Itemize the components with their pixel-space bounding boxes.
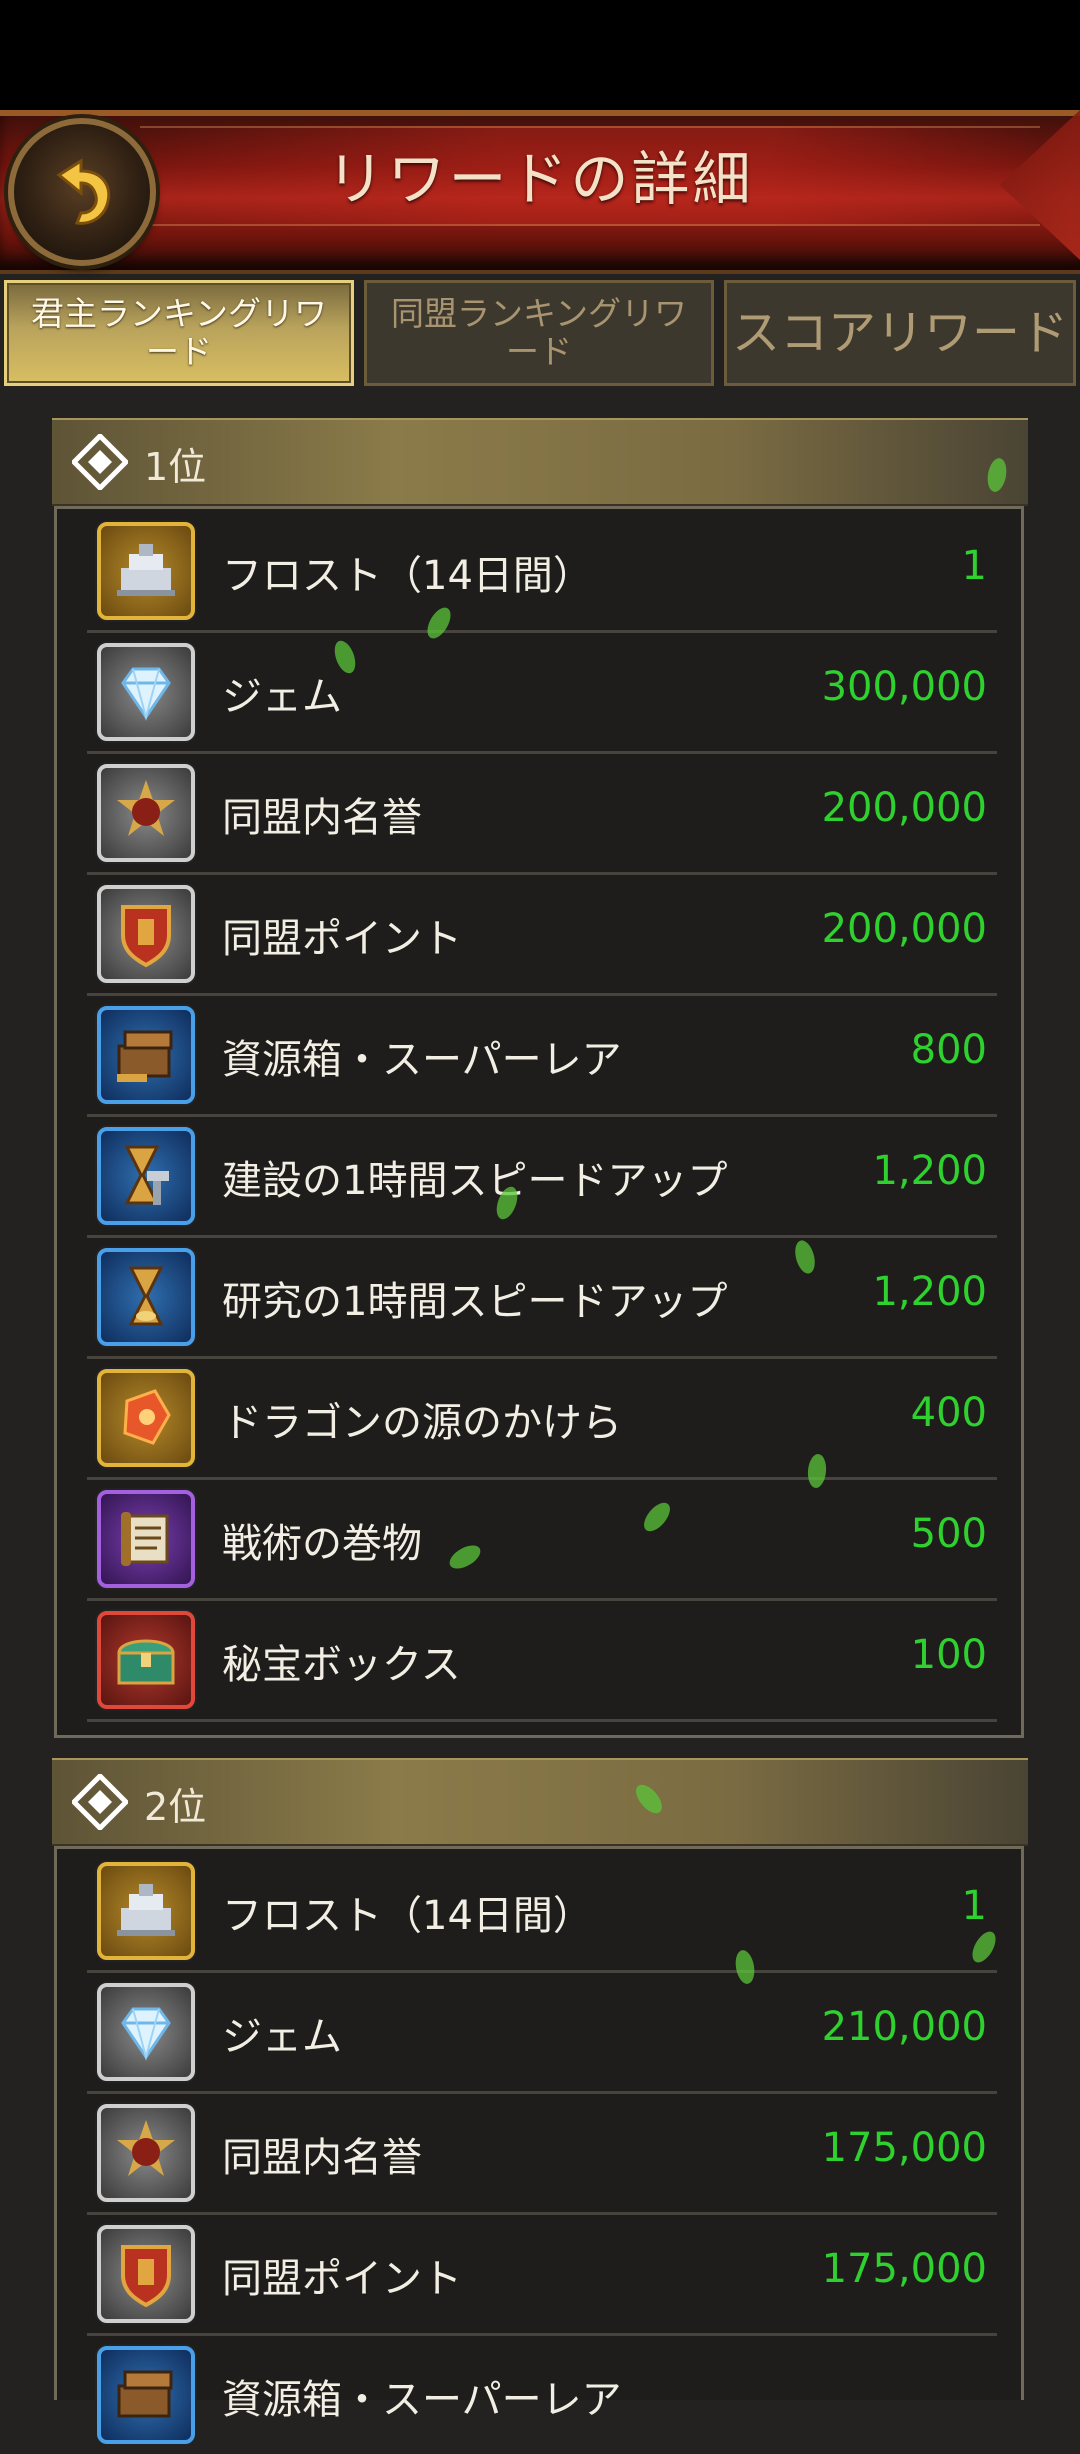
item-name: 戦術の巻物 — [222, 1521, 422, 1567]
alliance-honor-icon — [97, 764, 195, 862]
list-item: フロスト（14日間） 1 — [87, 509, 997, 633]
list-item: フロスト（14日間） 1 — [87, 1849, 997, 1973]
reward-list: フロスト（14日間） 1 ジェム 300,000 同盟内名誉 200,000 同… — [54, 506, 1024, 1738]
item-name: 同盟内名誉 — [222, 795, 422, 841]
item-quantity: 1 — [961, 1883, 987, 1929]
item-name: 資源箱・スーパーレア — [222, 2377, 622, 2423]
item-quantity: 1 — [961, 543, 987, 589]
item-name: 研究の1時間スピードアップ — [222, 1279, 728, 1325]
rank-header: 1位 — [52, 418, 1028, 506]
item-name: 同盟ポイント — [222, 916, 462, 962]
tab-label: 君主ランキングリワード — [30, 294, 327, 371]
item-quantity: 1,200 — [872, 1269, 987, 1315]
research-speedup-icon — [97, 1248, 195, 1346]
list-item: 同盟ポイント 175,000 — [87, 2212, 997, 2336]
alliance-points-icon — [97, 885, 195, 983]
list-item: 同盟内名誉 175,000 — [87, 2091, 997, 2215]
item-quantity: 400 — [910, 1390, 987, 1436]
build-speedup-icon — [97, 1127, 195, 1225]
item-quantity: 100 — [910, 1632, 987, 1678]
list-item: ドラゴンの源のかけら 400 — [87, 1356, 997, 1480]
item-name: フロスト（14日間） — [222, 553, 593, 599]
resource-box-icon — [97, 2346, 195, 2444]
item-quantity: 300,000 — [821, 664, 987, 710]
item-quantity: 500 — [910, 1511, 987, 1557]
gem-icon — [97, 643, 195, 741]
list-item: 建設の1時間スピードアップ 1,200 — [87, 1114, 997, 1238]
list-item: 同盟内名誉 200,000 — [87, 751, 997, 875]
list-item: 戦術の巻物 500 — [87, 1477, 997, 1601]
list-item: 資源箱・スーパーレア 800 — [87, 993, 997, 1117]
list-item: 秘宝ボックス 100 — [87, 1598, 997, 1722]
status-bar — [0, 0, 1080, 110]
page-title: リワードの詳細 — [326, 145, 754, 213]
resource-box-icon — [97, 1006, 195, 1104]
item-name: フロスト（14日間） — [222, 1893, 593, 1939]
item-name: ジェム — [222, 674, 342, 720]
tab-alliance-ranking[interactable]: 同盟ランキングリワード — [364, 280, 714, 386]
list-item: ジェム 210,000 — [87, 1970, 997, 2094]
item-quantity: 1,200 — [872, 1148, 987, 1194]
back-arrow-icon — [56, 158, 111, 225]
alliance-points-icon — [97, 2225, 195, 2323]
item-quantity: 800 — [910, 1027, 987, 1073]
rank-header: 2位 — [52, 1758, 1028, 1846]
frost-castle-icon — [97, 1862, 195, 1960]
list-item: 同盟ポイント 200,000 — [87, 872, 997, 996]
dragon-shard-icon — [97, 1369, 195, 1467]
item-name: ドラゴンの源のかけら — [222, 1400, 622, 1446]
header-bar: リワードの詳細 — [0, 110, 1080, 274]
tactics-scroll-icon — [97, 1490, 195, 1588]
item-quantity: 175,000 — [821, 2246, 987, 2292]
frost-castle-icon — [97, 522, 195, 620]
alliance-honor-icon — [97, 2104, 195, 2202]
tab-label: 同盟ランキングリワード — [390, 294, 687, 371]
reward-list: フロスト（14日間） 1 ジェム 210,000 同盟内名誉 175,000 同… — [54, 1846, 1024, 2444]
item-quantity: 200,000 — [821, 906, 987, 952]
diamond-icon — [72, 434, 128, 490]
item-quantity: 200,000 — [821, 785, 987, 831]
rank-title: 2位 — [144, 1785, 207, 1829]
gem-icon — [97, 1983, 195, 2081]
tab-score-reward[interactable]: スコアリワード — [724, 280, 1076, 386]
reward-tabs: 君主ランキングリワード 同盟ランキングリワード スコアリワード — [0, 276, 1080, 394]
item-quantity: 175,000 — [821, 2125, 987, 2171]
item-name: 同盟内名誉 — [222, 2135, 422, 2181]
list-item: 研究の1時間スピードアップ 1,200 — [87, 1235, 997, 1359]
item-name: ジェム — [222, 2014, 342, 2060]
back-button[interactable] — [8, 118, 156, 266]
diamond-icon — [72, 1774, 128, 1830]
item-name: 建設の1時間スピードアップ — [222, 1158, 728, 1204]
item-quantity: 210,000 — [821, 2004, 987, 2050]
tab-lord-ranking[interactable]: 君主ランキングリワード — [4, 280, 354, 386]
list-item: ジェム 300,000 — [87, 630, 997, 754]
item-name: 秘宝ボックス — [222, 1642, 461, 1688]
list-item: 資源箱・スーパーレア — [87, 2333, 997, 2454]
item-name: 資源箱・スーパーレア — [222, 1037, 622, 1083]
treasure-chest-icon — [97, 1611, 195, 1709]
item-name: 同盟ポイント — [222, 2256, 462, 2302]
rank-title: 1位 — [144, 445, 207, 489]
tab-label: スコアリワード — [731, 305, 1068, 361]
